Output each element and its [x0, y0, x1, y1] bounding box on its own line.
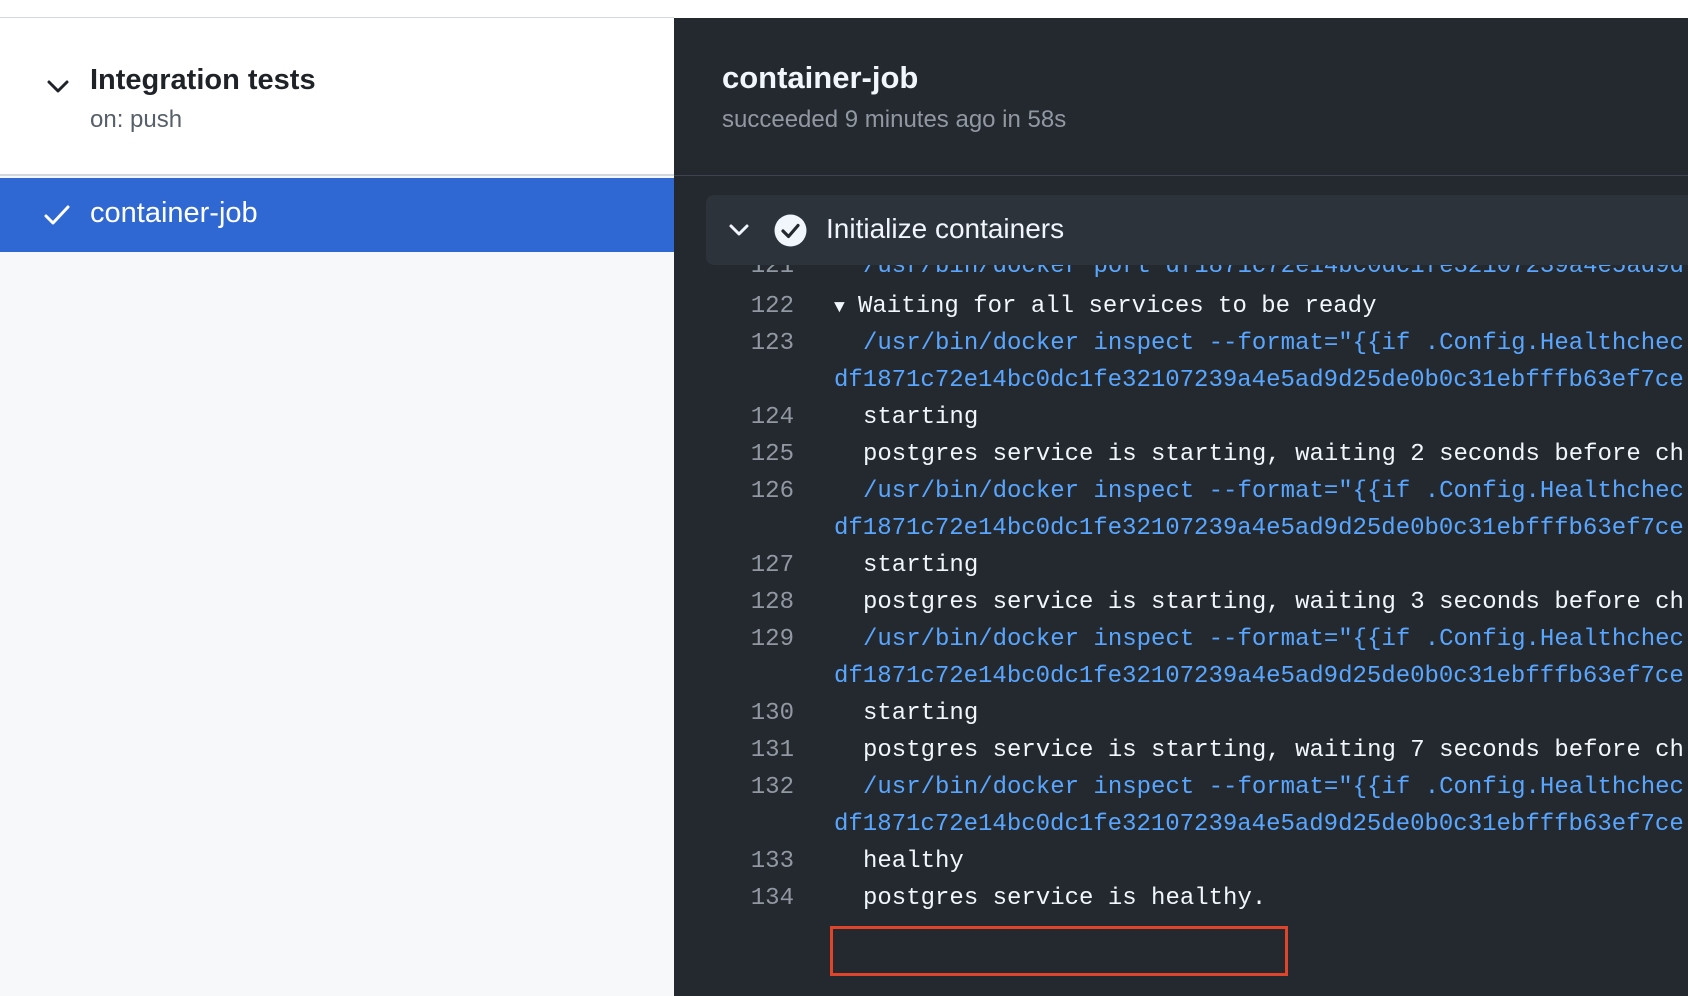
log-text: /usr/bin/docker inspect --format="{{if .…	[863, 330, 1684, 357]
step-title: Initialize containers	[826, 213, 1065, 244]
log-text: starting	[863, 700, 979, 727]
line-number[interactable]: 129	[714, 626, 794, 653]
job-header: container-job succeeded 9 minutes ago in…	[674, 18, 1688, 176]
line-number[interactable]: 133	[714, 848, 794, 875]
check-icon	[42, 200, 72, 230]
step-header[interactable]: Initialize containers	[706, 195, 1688, 265]
line-number[interactable]: 123	[714, 330, 794, 357]
job-label: container-job	[90, 197, 258, 229]
log-text: /usr/bin/docker inspect --format="{{if .…	[863, 478, 1684, 505]
workflow-trigger: on: push	[90, 106, 183, 133]
line-number[interactable]: 132	[714, 774, 794, 801]
job-log-panel: container-job succeeded 9 minutes ago in…	[674, 18, 1688, 996]
log-text: healthy	[863, 848, 964, 875]
line-number[interactable]: 125	[714, 441, 794, 468]
sidebar-item-container-job[interactable]: container-job	[0, 178, 674, 252]
log-text: df1871c72e14bc0dc1fe32107239a4e5ad9d25de…	[834, 515, 1684, 542]
log-text: df1871c72e14bc0dc1fe32107239a4e5ad9d25de…	[834, 663, 1684, 690]
log-text: /usr/bin/docker inspect --format="{{if .…	[863, 774, 1684, 801]
sidebar: Integration tests on: push container-job	[0, 18, 674, 996]
line-number[interactable]: 128	[714, 589, 794, 616]
line-number[interactable]: 127	[714, 552, 794, 579]
log-text: df1871c72e14bc0dc1fe32107239a4e5ad9d25de…	[834, 367, 1684, 394]
line-number[interactable]: 122	[714, 293, 794, 320]
top-bar	[0, 0, 674, 18]
log-output: 121 /usr/bin/docker port df1871c72e14bc0…	[674, 265, 1688, 996]
line-number[interactable]: 126	[714, 478, 794, 505]
log-text: postgres service is healthy.	[863, 885, 1267, 912]
log-text: postgres service is starting, waiting 2 …	[863, 441, 1684, 468]
triangle-down-icon[interactable]: ▼	[834, 298, 858, 318]
chevron-down-icon[interactable]	[726, 217, 752, 243]
line-number[interactable]: 134	[714, 885, 794, 912]
highlight-box	[830, 926, 1288, 976]
log-group: ▼ Waiting for all services to be ready	[834, 293, 1376, 320]
log-text: /usr/bin/docker port df1871c72e14bc0dc1f…	[863, 265, 1684, 280]
line-number[interactable]: 131	[714, 737, 794, 764]
workflow-header: Integration tests on: push	[0, 18, 674, 176]
line-number[interactable]: 130	[714, 700, 794, 727]
log-text: /usr/bin/docker inspect --format="{{if .…	[863, 626, 1684, 653]
log-text: postgres service is starting, waiting 3 …	[863, 589, 1684, 616]
log-text: df1871c72e14bc0dc1fe32107239a4e5ad9d25de…	[834, 811, 1684, 838]
job-status: succeeded 9 minutes ago in 58s	[722, 106, 1067, 133]
log-text: starting	[863, 552, 979, 579]
check-circle-fill-icon	[774, 214, 807, 247]
line-number[interactable]: 124	[714, 404, 794, 431]
chevron-down-icon[interactable]	[44, 72, 72, 100]
line-number[interactable]: 121	[714, 265, 794, 280]
workflow-title: Integration tests	[90, 64, 316, 96]
log-text: Waiting for all services to be ready	[858, 293, 1377, 320]
log-text: postgres service is starting, waiting 7 …	[863, 737, 1684, 764]
log-text: starting	[863, 404, 979, 431]
job-title: container-job	[722, 60, 919, 95]
